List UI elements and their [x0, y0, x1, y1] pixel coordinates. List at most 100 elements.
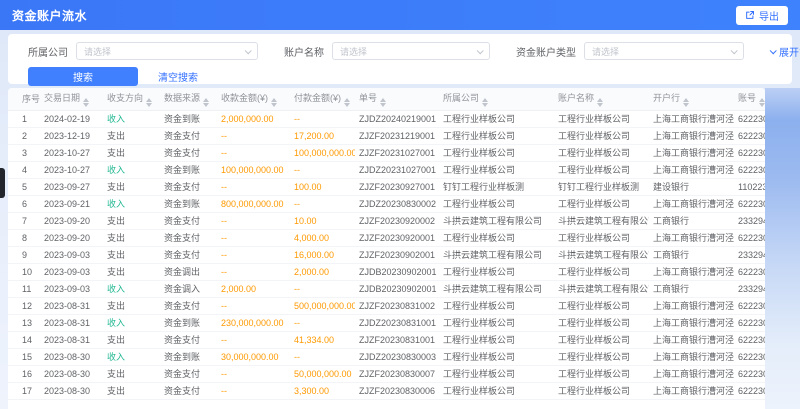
cell-company: 工程行业样板公司 [439, 382, 554, 399]
cell-account-no: 23329499 [734, 280, 765, 297]
cell-direction: 支出 [103, 297, 160, 314]
cell-income-amount: -- [217, 229, 290, 246]
cell-order-no: ZJZF20230831002 [355, 297, 439, 314]
column-header[interactable]: 单号 [355, 88, 439, 110]
cell-date: 2023-09-03 [40, 263, 103, 280]
column-header-label: 账号 [738, 93, 756, 103]
filter-actions: 搜索 清空搜索 [28, 67, 776, 86]
column-header[interactable]: 开户行 [649, 88, 734, 110]
cell-payment-amount: 3,300.00 [290, 382, 355, 399]
account-name-select[interactable]: 请选择 [332, 42, 490, 60]
cell-account-name: 工程行业样板公司 [554, 263, 649, 280]
table-row: 172023-08-30支出资金支付--3,300.00ZJZF20230830… [8, 382, 765, 399]
cell-date: 2023-08-30 [40, 382, 103, 399]
filter-row: 所属公司 请选择 账户名称 请选择 资金账户类型 请选择 展开筛选 [28, 41, 776, 61]
cell-seq: 7 [8, 212, 40, 229]
table-row: 12024-02-19收入资金到账2,000,000.00--ZJDZ20240… [8, 110, 765, 127]
expand-filters-link[interactable]: 展开筛选 [770, 44, 800, 59]
cell-payment-amount: -- [290, 348, 355, 365]
filter-group-account-type: 资金账户类型 请选择 [516, 42, 744, 60]
cell-account-no: 622230111 [734, 127, 765, 144]
cell-source: 资金支付 [160, 229, 217, 246]
cell-account-no: 622230111 [734, 229, 765, 246]
cell-date: 2023-09-20 [40, 229, 103, 246]
transactions-table-card: 序号交易日期收支方向数据来源收款金额(¥)付款金额(¥)单号所属公司账户名称开户… [8, 88, 765, 409]
chevron-down-icon [245, 47, 252, 54]
column-header[interactable]: 账号 [734, 88, 765, 110]
sort-icon [83, 98, 89, 107]
cell-income-amount: -- [217, 382, 290, 399]
cell-account-no: 622230111 [734, 348, 765, 365]
cell-account-no: 622230111 [734, 195, 765, 212]
cell-company: 工程行业样板公司 [439, 195, 554, 212]
filter-group-account-name: 账户名称 请选择 [284, 42, 490, 60]
cell-direction: 支出 [103, 229, 160, 246]
cell-income-amount: -- [217, 144, 290, 161]
cell-bank: 上海工商银行漕河泾支行 [649, 297, 734, 314]
column-header[interactable]: 所属公司 [439, 88, 554, 110]
company-filter-label: 所属公司 [28, 44, 68, 59]
cell-order-no: ZJZF20231027001 [355, 144, 439, 161]
column-header[interactable]: 数据来源 [160, 88, 217, 110]
column-header-label: 收款金额(¥) [221, 93, 268, 103]
cell-income-amount: -- [217, 263, 290, 280]
table-row: 102023-09-03支出资金调出--2,000.00ZJDB20230902… [8, 263, 765, 280]
cell-order-no: ZJZF20230927001 [355, 178, 439, 195]
company-select[interactable]: 请选择 [76, 42, 258, 60]
cell-direction: 收入 [103, 348, 160, 365]
cell-order-no: ZJZF20230831001 [355, 331, 439, 348]
cell-company: 工程行业样板公司 [439, 314, 554, 331]
cell-seq: 13 [8, 314, 40, 331]
cell-company: 钉钉工程行业样板测 [439, 178, 554, 195]
cell-company: 工程行业样板公司 [439, 263, 554, 280]
sort-icon [482, 98, 488, 107]
cell-income-amount: -- [217, 246, 290, 263]
cell-source: 资金调入 [160, 280, 217, 297]
cell-direction: 支出 [103, 365, 160, 382]
cell-account-no: 23329499 [734, 246, 765, 263]
cell-direction: 支出 [103, 127, 160, 144]
table-row: 162023-08-30支出资金支付--50,000,000.00ZJZF202… [8, 365, 765, 382]
column-header-label: 付款金额(¥) [294, 93, 341, 103]
cell-payment-amount: 4,000.00 [290, 229, 355, 246]
table-row: 92023-09-03支出资金支付--16,000.00ZJZF20230902… [8, 246, 765, 263]
export-button[interactable]: 导出 [736, 6, 788, 25]
cell-payment-amount: -- [290, 161, 355, 178]
column-header[interactable]: 收支方向 [103, 88, 160, 110]
app-header: 资金账户流水 导出 [0, 0, 800, 30]
clear-search-button[interactable]: 清空搜索 [158, 69, 198, 84]
account-type-select[interactable]: 请选择 [584, 42, 744, 60]
cell-bank: 上海工商银行漕河泾支行 [649, 314, 734, 331]
sort-icon [271, 98, 277, 107]
cell-direction: 支出 [103, 178, 160, 195]
cell-account-name: 工程行业样板公司 [554, 195, 649, 212]
cell-source: 资金支付 [160, 365, 217, 382]
cell-date: 2024-02-19 [40, 110, 103, 127]
cell-account-name: 斗拱云建筑工程有限公司 [554, 246, 649, 263]
column-header[interactable]: 交易日期 [40, 88, 103, 110]
column-header[interactable]: 账户名称 [554, 88, 649, 110]
cell-source: 资金到账 [160, 314, 217, 331]
table-row: 32023-10-27支出资金支付--100,000,000.00ZJZF202… [8, 144, 765, 161]
cell-order-no: ZJDZ20231027001 [355, 161, 439, 178]
cell-bank: 上海工商银行漕河泾支行 [649, 263, 734, 280]
cell-date: 2023-08-31 [40, 331, 103, 348]
cell-date: 2023-09-03 [40, 280, 103, 297]
sort-icon [683, 98, 689, 107]
cell-source: 资金支付 [160, 144, 217, 161]
cell-account-no: 23329499 [734, 212, 765, 229]
column-header[interactable]: 付款金额(¥) [290, 88, 355, 110]
cell-bank: 上海工商银行漕河泾支行 [649, 127, 734, 144]
cell-income-amount: 30,000,000.00 [217, 348, 290, 365]
cell-bank: 上海工商银行漕河泾支行 [649, 331, 734, 348]
cell-company: 工程行业样板公司 [439, 297, 554, 314]
cell-seq: 16 [8, 365, 40, 382]
cell-date: 2023-09-03 [40, 246, 103, 263]
cell-direction: 收入 [103, 314, 160, 331]
column-header[interactable]: 收款金额(¥) [217, 88, 290, 110]
search-button[interactable]: 搜索 [28, 67, 138, 86]
cell-payment-amount: 2,000.00 [290, 263, 355, 280]
cell-income-amount: -- [217, 178, 290, 195]
export-button-label: 导出 [759, 8, 779, 23]
cell-income-amount: -- [217, 297, 290, 314]
